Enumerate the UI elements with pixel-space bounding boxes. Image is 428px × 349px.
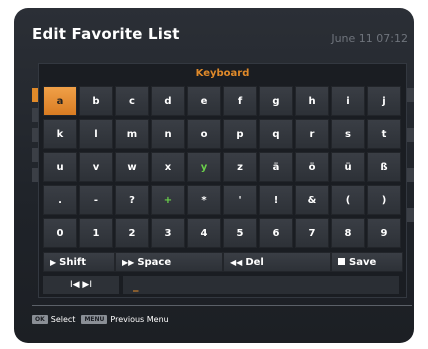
save-button[interactable]: Save [331,252,403,272]
key-7-0[interactable]: h [295,86,329,116]
key-9-1[interactable]: t [367,119,401,149]
delete-button[interactable]: ◀◀ Del [223,252,331,272]
key-6-2[interactable]: ä [259,152,293,182]
key-9-2[interactable]: ß [367,152,401,182]
key-2-3[interactable]: ? [115,185,149,215]
key-5-2[interactable]: z [223,152,257,182]
key-8-4[interactable]: 8 [331,218,365,248]
key-2-1[interactable]: m [115,119,149,149]
key-5-4[interactable]: 5 [223,218,257,248]
name-input[interactable]: _ [123,276,399,294]
key-8-1[interactable]: s [331,119,365,149]
key-8-0[interactable]: i [331,86,365,116]
key-1-2[interactable]: v [79,152,113,182]
footer-hints: OK Select MENU Previous Menu [32,315,175,324]
play-icon: ▶ [50,258,57,267]
shift-button[interactable]: ▶ Shift [43,252,115,272]
key-1-3[interactable]: - [79,185,113,215]
shift-label: Shift [59,257,87,268]
key-3-2[interactable]: x [151,152,185,182]
key-9-4[interactable]: 9 [367,218,401,248]
footer-divider [32,305,412,306]
space-label: Space [137,257,172,268]
key-3-4[interactable]: 3 [151,218,185,248]
menu-hint: Previous Menu [110,315,169,324]
ok-hint: Select [50,315,76,324]
key-1-0[interactable]: b [79,86,113,116]
key-2-0[interactable]: c [115,86,149,116]
key-0-2[interactable]: u [43,152,77,182]
key-0-1[interactable]: k [43,119,77,149]
input-row: I◀ ▶I _ [43,276,403,294]
key-4-4[interactable]: 4 [187,218,221,248]
key-0-3[interactable]: . [43,185,77,215]
page-title: Edit Favorite List [32,25,180,43]
menu-key-icon: MENU [81,315,108,324]
key-9-0[interactable]: j [367,86,401,116]
key-0-4[interactable]: 0 [43,218,77,248]
key-2-2[interactable]: w [115,152,149,182]
key-5-3[interactable]: ' [223,185,257,215]
key-3-1[interactable]: n [151,119,185,149]
keyboard-panel: Keyboard abcdefghij klmnopqrst uvwxyzäöüß.… [38,63,407,298]
key-1-1[interactable]: l [79,119,113,149]
key-1-4[interactable]: 1 [79,218,113,248]
key-9-3[interactable]: ) [367,185,401,215]
date-time: June 11 07:12 [331,32,408,45]
key-7-1[interactable]: r [295,119,329,149]
key-8-3[interactable]: ( [331,185,365,215]
key-4-2[interactable]: y [187,152,221,182]
key-6-3[interactable]: ! [259,185,293,215]
tv-screen: Edit Favorite List June 11 07:12 Keyboar… [14,8,414,343]
key-8-2[interactable]: ü [331,152,365,182]
key-5-1[interactable]: p [223,119,257,149]
key-7-2[interactable]: ö [295,152,329,182]
key-4-0[interactable]: e [187,86,221,116]
cursor-nav-button[interactable]: I◀ ▶I [43,276,119,294]
key-7-4[interactable]: 7 [295,218,329,248]
key-4-3[interactable]: * [187,185,221,215]
stop-icon [338,257,345,265]
function-row: ▶ Shift ▶▶ Space ◀◀ Del Save [43,252,403,272]
text-cursor: _ [133,279,139,292]
fast-forward-icon: ▶▶ [122,258,135,267]
space-button[interactable]: ▶▶ Space [115,252,223,272]
key-0-0[interactable]: a [43,86,77,116]
ok-key-icon: OK [32,315,48,324]
key-3-0[interactable]: d [151,86,185,116]
key-5-0[interactable]: f [223,86,257,116]
delete-label: Del [245,257,264,268]
key-2-4[interactable]: 2 [115,218,149,248]
key-7-3[interactable]: & [295,185,329,215]
keyboard-title: Keyboard [195,68,250,79]
rewind-icon: ◀◀ [230,258,243,267]
key-3-3[interactable]: + [151,185,185,215]
key-4-1[interactable]: o [187,119,221,149]
key-6-1[interactable]: q [259,119,293,149]
key-6-0[interactable]: g [259,86,293,116]
key-6-4[interactable]: 6 [259,218,293,248]
save-label: Save [349,257,377,268]
